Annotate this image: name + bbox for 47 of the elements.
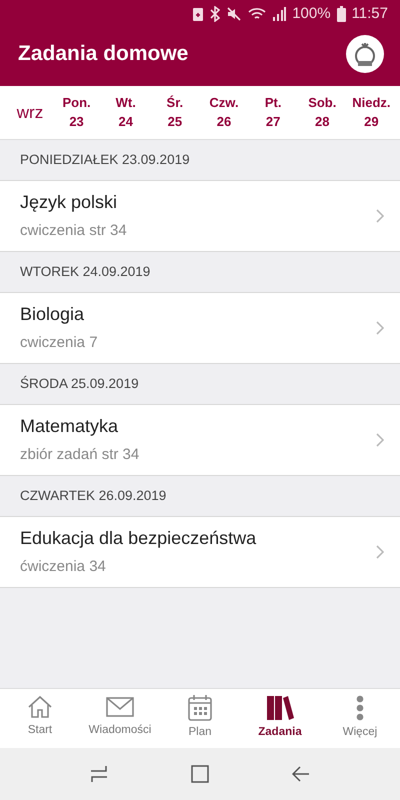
recent-apps-icon[interactable] bbox=[90, 765, 108, 783]
subject-title: Język polski bbox=[20, 191, 118, 214]
books-icon bbox=[266, 695, 294, 721]
day-button[interactable]: Sob. 28 bbox=[298, 94, 347, 131]
tab[interactable]: Więcej bbox=[320, 689, 400, 748]
mute-icon bbox=[226, 6, 242, 22]
subject-title: Biologia bbox=[20, 303, 86, 326]
bluetooth-icon bbox=[210, 6, 220, 22]
screen-title: Zadania domowe bbox=[18, 41, 188, 68]
homework-detail: cwiczenia str 34 bbox=[20, 221, 127, 242]
home-icon bbox=[27, 695, 53, 719]
tab[interactable]: Plan bbox=[160, 689, 240, 748]
day-button[interactable]: Śr. 25 bbox=[150, 94, 200, 131]
wifi-icon bbox=[248, 7, 266, 21]
avatar-button[interactable] bbox=[346, 35, 384, 73]
signal-icon bbox=[272, 7, 286, 21]
chevron-right-icon bbox=[376, 545, 384, 559]
battery-percent: 100% bbox=[292, 4, 331, 24]
home-button-icon[interactable] bbox=[190, 765, 209, 783]
homework-detail: cwiczenia 7 bbox=[20, 333, 98, 354]
month-label: wrz bbox=[16, 102, 44, 124]
battery-saver-icon bbox=[192, 6, 204, 22]
homework-row[interactable]: Biologia cwiczenia 7 bbox=[0, 292, 400, 364]
calendar-icon bbox=[188, 695, 212, 721]
day-button[interactable]: Wt. 24 bbox=[101, 94, 150, 131]
battery-icon bbox=[336, 6, 346, 22]
homework-row[interactable]: Edukacja dla bezpieczeństwa ćwiczenia 34 bbox=[0, 516, 400, 588]
chevron-right-icon bbox=[376, 321, 384, 335]
tab[interactable]: Wiadomości bbox=[80, 689, 160, 748]
homework-detail: zbiór zadań str 34 bbox=[20, 445, 140, 466]
clock: 11:57 bbox=[352, 4, 388, 24]
tab[interactable]: Start bbox=[0, 689, 80, 748]
back-icon[interactable] bbox=[292, 766, 310, 782]
subject-title: Edukacja dla bezpieczeństwa bbox=[20, 527, 256, 550]
day-button[interactable]: Pt. 27 bbox=[248, 94, 298, 131]
envelope-icon bbox=[106, 695, 134, 719]
day-button[interactable]: Czw. 26 bbox=[199, 94, 249, 131]
day-button[interactable]: Niedz. 29 bbox=[346, 94, 396, 131]
subject-title: Matematyka bbox=[20, 415, 120, 438]
more-icon bbox=[356, 695, 364, 721]
chevron-right-icon bbox=[376, 209, 384, 223]
tab[interactable]: Zadania bbox=[240, 689, 320, 748]
day-button[interactable]: Pon. 23 bbox=[52, 94, 102, 131]
homework-detail: ćwiczenia 34 bbox=[20, 557, 107, 578]
homework-row[interactable]: Język polski cwiczenia str 34 bbox=[0, 180, 400, 252]
chevron-right-icon bbox=[376, 433, 384, 447]
homework-row[interactable]: Matematyka zbiór zadań str 34 bbox=[0, 404, 400, 476]
